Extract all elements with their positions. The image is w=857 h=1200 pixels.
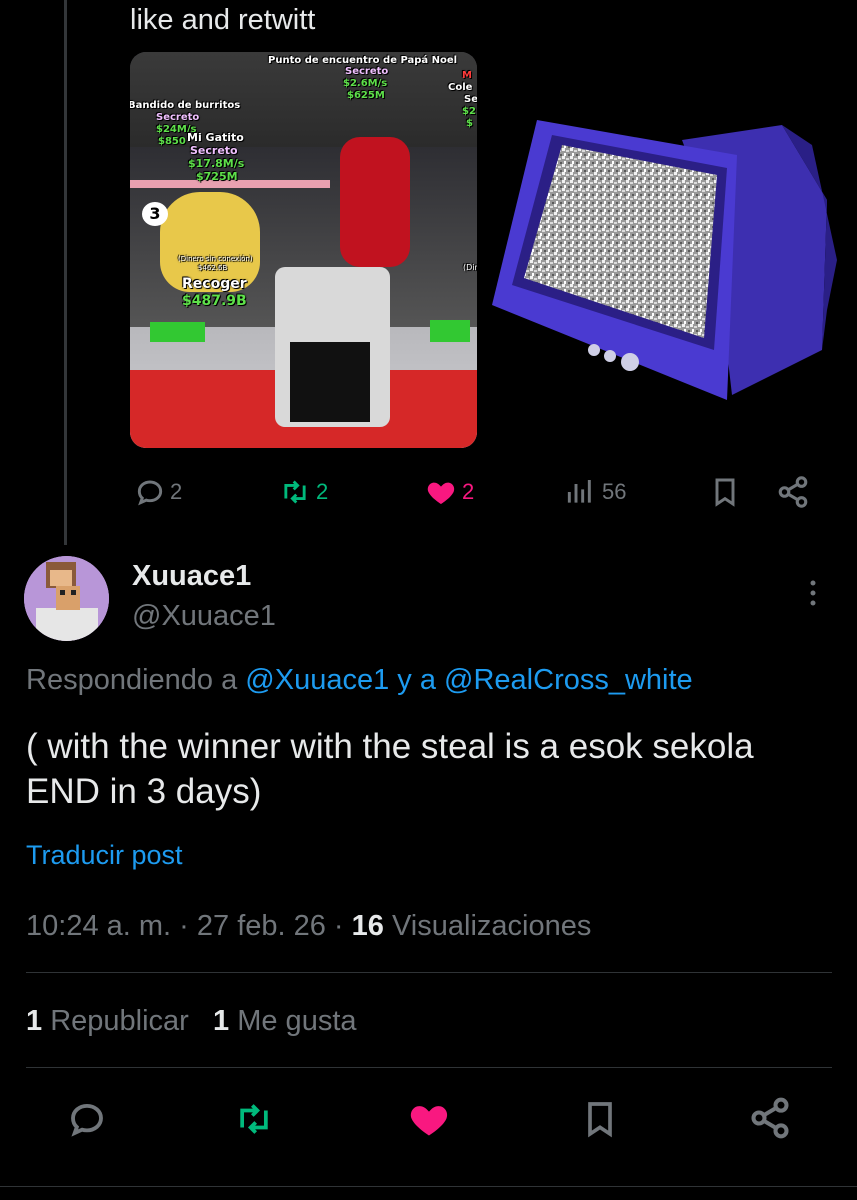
game-label-cat-rate: $17.8M/s — [188, 157, 245, 170]
views-total: 16 — [351, 910, 384, 942]
thread-connector-line — [64, 0, 67, 545]
game-speech-badge: 3 — [142, 202, 168, 226]
replying-user-link[interactable]: @RealCross_white — [444, 664, 693, 696]
reposts-total: 1 — [26, 1005, 43, 1037]
post-time[interactable]: 10:24 a. m. — [26, 910, 171, 942]
display-name[interactable]: Xuuace1 — [132, 560, 251, 593]
replying-user-link[interactable]: @Xuuace1 — [245, 664, 389, 696]
post-date[interactable]: 27 feb. 26 — [197, 910, 326, 942]
views-count: 56 — [602, 479, 627, 504]
game-label-left-name: Bandido de burritos — [130, 100, 241, 111]
game-label-left-rarity: Secreto — [156, 112, 200, 123]
game-label-offline: (Dinero sin conexión) — [178, 255, 253, 263]
replying-and: y a — [397, 664, 436, 696]
reply-action[interactable]: 2 — [134, 476, 182, 513]
share-icon[interactable] — [776, 475, 810, 509]
reply-icon — [137, 480, 163, 506]
translate-post-link[interactable]: Traducir post — [26, 840, 183, 871]
game-green-pad — [430, 320, 470, 342]
game-label-top-rate: $2.6M/s — [343, 78, 388, 89]
divider — [0, 1186, 857, 1187]
user-handle[interactable]: @Xuuace1 — [132, 600, 276, 633]
post-metadata: 10:24 a. m. · 27 feb. 26 · 16 Visualizac… — [26, 910, 592, 942]
game-label-offline-value: $462.6B — [198, 264, 228, 272]
avatar[interactable] — [24, 556, 109, 641]
game-label-left-price: $850 — [158, 136, 186, 147]
heart-icon[interactable] — [407, 1097, 451, 1141]
game-label-top-price: $625M — [347, 90, 385, 101]
replying-prefix: Respondiendo a — [26, 664, 238, 696]
divider — [26, 972, 832, 973]
reposts-stat[interactable]: 1 Republicar — [26, 1005, 189, 1037]
views-icon — [567, 480, 591, 503]
share-icon[interactable] — [748, 1096, 792, 1140]
game-label-cat-name: Mi Gatito — [187, 131, 244, 144]
repost-icon[interactable] — [232, 1098, 276, 1140]
bookmark-icon[interactable] — [580, 1098, 620, 1140]
game-label-collect-value: $487.9B — [182, 293, 247, 309]
previous-post-text: like and retwitt — [130, 4, 316, 36]
reposts-label: Republicar — [50, 1005, 189, 1037]
reply-count: 2 — [170, 479, 183, 504]
game-label-cat-price: $725M — [196, 170, 238, 183]
more-options-icon[interactable] — [803, 573, 823, 613]
engagement-counts: 1 Republicar 1 Me gusta — [26, 1005, 357, 1038]
game-player-legs — [290, 342, 370, 422]
bookmark-icon[interactable] — [709, 476, 741, 508]
game-label-right-cut: M — [462, 70, 472, 81]
game-label-right-small: (Din — [463, 263, 477, 272]
game-label-top-rarity: Secreto — [345, 66, 389, 77]
reply-icon[interactable] — [66, 1098, 108, 1140]
likes-total: 1 — [213, 1005, 230, 1037]
views-action[interactable]: 56 — [564, 476, 626, 513]
game-label-right-cut: Cole — [448, 82, 473, 93]
likes-label: Me gusta — [237, 1005, 357, 1037]
post-text: ( with the winner with the steal is a es… — [26, 727, 754, 811]
post-image-static-tv[interactable] — [482, 100, 842, 430]
divider — [26, 1067, 832, 1068]
likes-stat[interactable]: 1 Me gusta — [213, 1005, 357, 1037]
like-count: 2 — [462, 479, 475, 504]
repost-action[interactable]: 2 — [278, 476, 328, 513]
avatar-image — [24, 556, 109, 641]
replying-to: Respondiendo a @Xuuace1 y a @RealCross_w… — [26, 664, 693, 697]
like-action[interactable]: 2 — [424, 476, 474, 513]
repost-count: 2 — [316, 479, 329, 504]
game-label-right-cut: $ — [466, 118, 473, 129]
heart-icon — [427, 482, 455, 504]
game-santa-character — [340, 137, 410, 267]
game-green-pad — [150, 322, 205, 342]
game-label-right-cut: $2 — [462, 106, 476, 117]
game-label-right-cut: Se — [464, 94, 477, 105]
post-image-game-screenshot[interactable]: Punto de encuentro de Papá Noel Secreto … — [130, 52, 477, 448]
repost-icon — [284, 480, 306, 504]
game-label-cat-rarity: Secreto — [190, 144, 238, 157]
views-label: Visualizaciones — [391, 910, 592, 942]
game-label-collect: Recoger — [182, 276, 247, 292]
